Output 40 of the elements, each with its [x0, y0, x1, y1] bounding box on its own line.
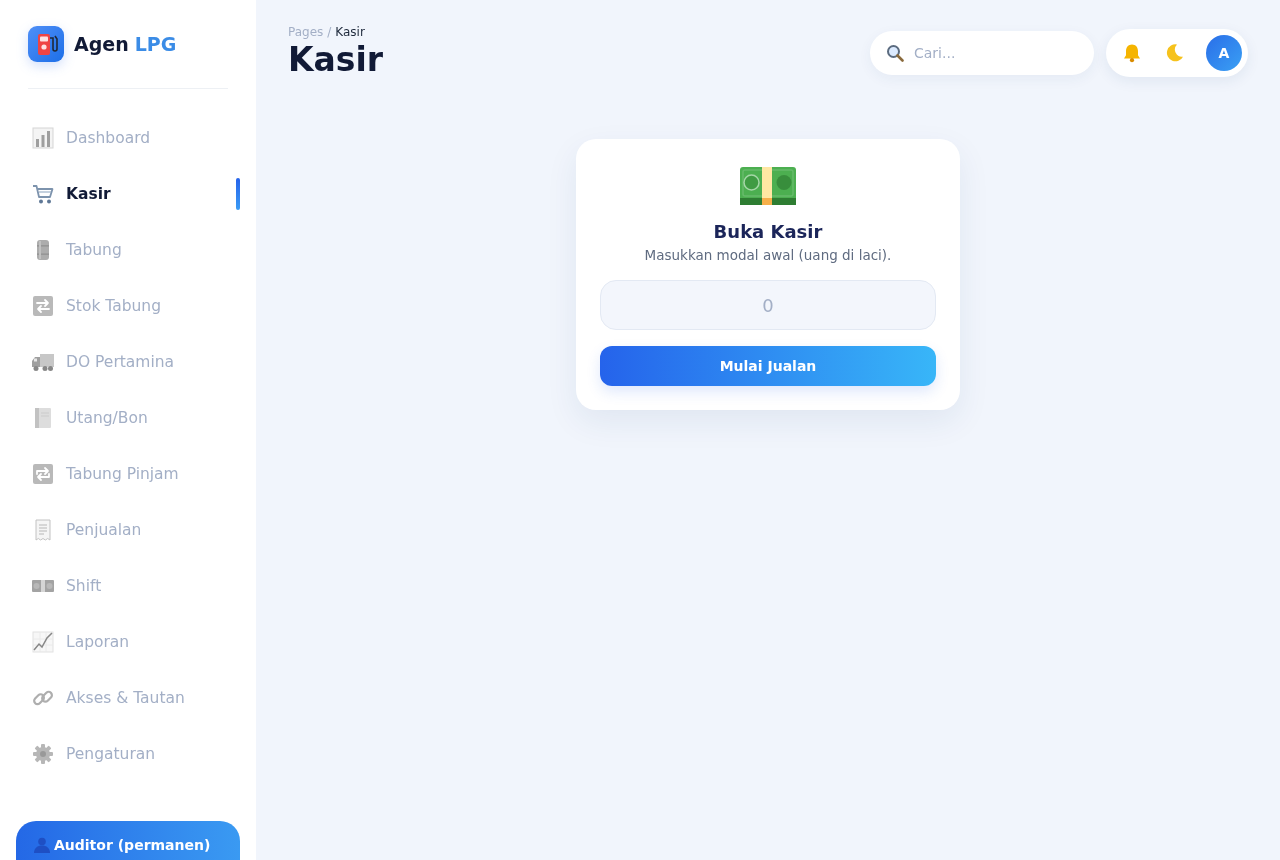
sidebar-item[interactable]: Tabung Pinjam — [28, 452, 240, 496]
start-selling-button[interactable]: Mulai Jualan — [600, 346, 936, 386]
search-icon — [886, 44, 904, 62]
amount-field[interactable]: 0 — [600, 280, 936, 330]
sidebar-item[interactable]: Akses & Tautan — [28, 676, 240, 720]
cart-icon — [32, 183, 54, 205]
breadcrumb-separator: / — [327, 25, 332, 39]
notebook-icon — [32, 407, 54, 429]
banknote-icon — [740, 167, 796, 205]
sidebar-item[interactable]: Laporan — [28, 620, 240, 664]
breadcrumb-link[interactable]: Pages — [288, 25, 324, 39]
receipt-icon — [32, 519, 54, 541]
arrows-square-icon — [32, 295, 54, 317]
sidebar-item[interactable]: Utang/Bon — [28, 396, 240, 440]
avatar[interactable]: A — [1206, 35, 1242, 71]
sidebar-item[interactable]: Penjualan — [28, 508, 240, 552]
bar-chart-icon — [32, 127, 54, 149]
sidebar-item[interactable]: Dashboard — [28, 116, 240, 160]
sidebar-item[interactable]: DO Pertamina — [28, 340, 240, 384]
line-chart-icon — [32, 631, 54, 653]
truck-icon — [32, 351, 54, 373]
sidebar-item[interactable]: Kasir — [28, 172, 240, 216]
fuel-pump-icon — [28, 26, 64, 62]
card-subtitle: Masukkan modal awal (uang di laci). — [644, 246, 892, 264]
sidebar-item[interactable]: Stok Tabung — [28, 284, 240, 328]
bell-icon[interactable] — [1122, 43, 1142, 63]
user-name: Auditor (permanen) — [54, 837, 211, 853]
user-card[interactable]: Auditor (permanen) — [16, 821, 240, 860]
brand-name: Agen — [74, 33, 129, 55]
card-title: Buka Kasir — [713, 221, 823, 243]
sidebar-item[interactable]: Shift — [28, 564, 240, 608]
crescent-moon-icon[interactable] — [1164, 43, 1184, 63]
breadcrumb-current: Kasir — [335, 25, 365, 39]
brand-accent: LPG — [134, 33, 177, 55]
page-title: Kasir — [288, 39, 384, 81]
person-icon — [34, 837, 50, 853]
sidebar-item[interactable]: Tabung — [28, 228, 240, 272]
sidebar-item[interactable]: Pengaturan — [28, 732, 240, 776]
repeat-square-icon — [32, 463, 54, 485]
search-field[interactable]: Cari... — [870, 31, 1094, 75]
